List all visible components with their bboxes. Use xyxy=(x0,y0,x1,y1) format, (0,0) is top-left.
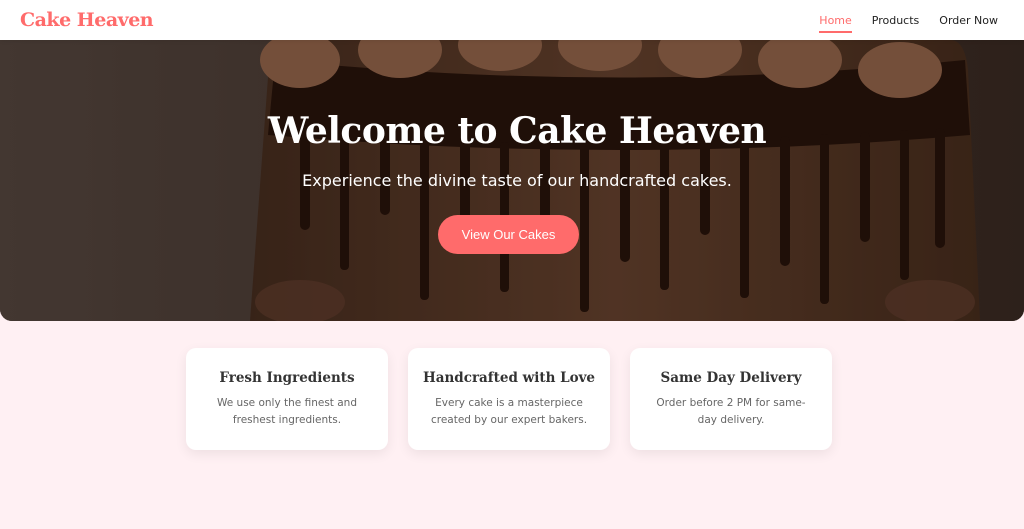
hero-title: Welcome to Cake Heaven xyxy=(267,110,767,152)
feature-title: Same Day Delivery xyxy=(660,370,802,386)
view-cakes-button[interactable]: View Our Cakes xyxy=(438,215,579,254)
site-logo[interactable]: Cake Heaven xyxy=(20,9,154,31)
main-nav: Home Products Order Now xyxy=(819,10,998,33)
feature-text: We use only the finest and freshest ingr… xyxy=(216,397,357,426)
feature-card: Handcrafted with Love Every cake is a ma… xyxy=(408,348,610,450)
feature-text: Order before 2 PM for same-day delivery. xyxy=(656,397,806,426)
feature-card: Fresh Ingredients We use only the finest… xyxy=(186,348,388,450)
nav-order-now[interactable]: Order Now xyxy=(939,10,998,31)
feature-text: Every cake is a masterpiece created by o… xyxy=(430,397,588,426)
features-section: Fresh Ingredients We use only the finest… xyxy=(186,348,832,450)
feature-card: Same Day Delivery Order before 2 PM for … xyxy=(630,348,832,450)
nav-home[interactable]: Home xyxy=(819,10,853,33)
feature-title: Handcrafted with Love xyxy=(422,370,596,386)
nav-products[interactable]: Products xyxy=(872,10,920,31)
site-header: Cake Heaven Home Products Order Now xyxy=(0,0,1024,40)
hero-banner: Welcome to Cake Heaven Experience the di… xyxy=(0,40,1024,321)
hero-content: Welcome to Cake Heaven Experience the di… xyxy=(0,40,1024,321)
hero-subtitle: Experience the divine taste of our handc… xyxy=(302,171,732,190)
feature-title: Fresh Ingredients xyxy=(219,370,355,386)
